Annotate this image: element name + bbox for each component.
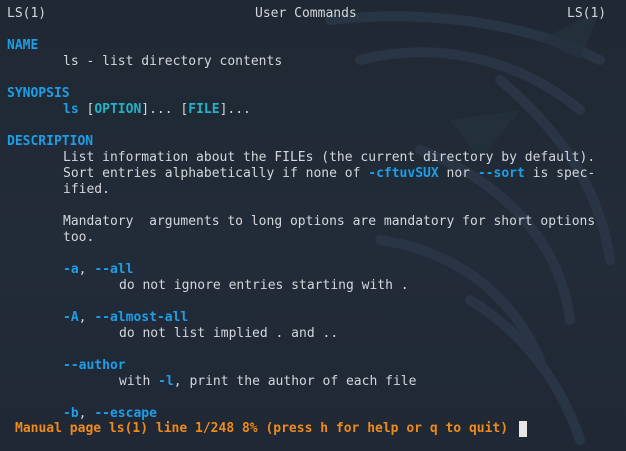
description-p2-line2: too. <box>63 230 95 245</box>
header-right-title: LS(1) <box>567 6 607 21</box>
option-almost-all-long: --almost-all <box>94 310 189 325</box>
option-author-desc-b: , print the author of each file <box>173 374 417 389</box>
synopsis-line: ls [OPTION]... [FILE]... <box>63 102 251 118</box>
option-all-short: -a <box>63 262 79 277</box>
option-escape-short: -b <box>63 406 79 421</box>
option-all-description: do not ignore entries starting with . <box>119 278 409 293</box>
description-p1-line3: ified. <box>63 182 110 197</box>
description-opt-cftuvsux: -cftuvSUX <box>368 166 439 181</box>
synopsis-option-arg: OPTION <box>94 102 142 117</box>
description-p1-line2-c: is spec- <box>524 166 596 181</box>
name-text: ls - list directory contents <box>63 54 283 69</box>
description-p1-line2: Sort entries alphabetically if none of -… <box>63 166 595 182</box>
option-author-description: with -l, print the author of each file <box>119 374 416 390</box>
option-author: --author <box>63 358 126 374</box>
synopsis-file-arg: FILE <box>188 102 220 117</box>
option-all: -a, --all <box>63 262 133 278</box>
description-opt-sort: --sort <box>477 166 525 181</box>
text-cursor[interactable] <box>519 421 527 437</box>
option-almost-all-sep: , <box>78 310 95 325</box>
description-p1-line2-b: nor <box>438 166 478 181</box>
option-escape: -b, --escape <box>63 406 157 422</box>
description-heading: DESCRIPTION <box>7 134 94 149</box>
option-escape-sep: , <box>78 406 95 421</box>
synopsis-command: ls <box>63 102 79 117</box>
synopsis-heading: SYNOPSIS <box>7 86 70 101</box>
terminal-window[interactable]: LS(1) User Commands LS(1) NAME ls - list… <box>0 0 626 451</box>
header-center-title: User Commands <box>255 6 357 21</box>
option-all-long: --all <box>94 262 134 277</box>
name-heading: NAME <box>7 38 39 53</box>
synopsis-close2: ]... <box>219 102 251 117</box>
option-author-desc-opt: -l <box>158 374 174 389</box>
description-p2-line1: Mandatory arguments to long options are … <box>63 214 596 229</box>
option-author-long: --author <box>63 358 126 373</box>
option-escape-long: --escape <box>94 406 157 421</box>
description-p1-line1: List information about the FILEs (the cu… <box>63 150 596 165</box>
synopsis-close1: ]... <box>141 102 173 117</box>
pager-status-bar: Manual page ls(1) line 1/248 8% (press h… <box>15 421 509 436</box>
option-almost-all-description: do not list implied . and .. <box>119 326 339 341</box>
option-author-desc-a: with <box>119 374 159 389</box>
option-almost-all: -A, --almost-all <box>63 310 188 326</box>
option-all-sep: , <box>78 262 95 277</box>
option-almost-all-short: -A <box>63 310 79 325</box>
header-left-title: LS(1) <box>7 6 47 21</box>
description-p1-line2-a: Sort entries alphabetically if none of <box>63 166 369 181</box>
